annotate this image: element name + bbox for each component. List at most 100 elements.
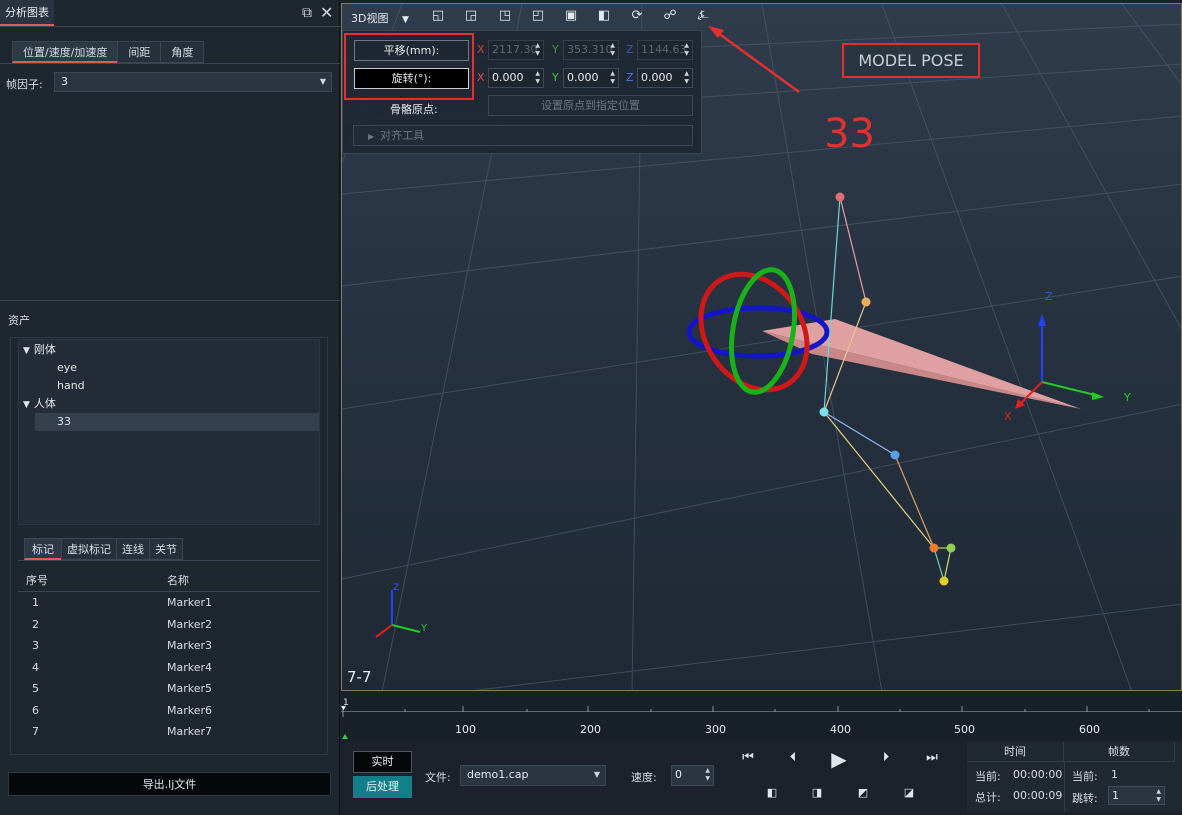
table-row[interactable]: 3 Marker3 (18, 635, 320, 657)
world-axis-x-label: X (1004, 410, 1012, 423)
tree-node-eye[interactable]: eye (19, 359, 319, 377)
marker-point[interactable] (819, 407, 829, 417)
analysis-panel: 分析图表 ⧉ ✕ 位置/速度/加速度 间距 角度 帧因子: 3 ▼ 资产 ▼ 刚体… (0, 0, 340, 815)
jump-next-marker-icon[interactable]: ◨ (806, 786, 828, 799)
caret-down-icon[interactable]: ▼ (23, 396, 30, 414)
panel-title-tab[interactable]: 分析图表 (0, 0, 54, 26)
rotate-z-value: 0.000 (641, 71, 673, 84)
jump-value: 1 (1112, 789, 1119, 802)
spin-arrows-icon[interactable]: ▲ ▼ (610, 70, 615, 86)
skeleton-icon[interactable]: ☍ (662, 8, 678, 24)
tab-links[interactable]: 连线 (116, 538, 150, 560)
step-forward-icon[interactable]: ⏵ (875, 750, 897, 765)
assets-label: 资产 (8, 314, 30, 327)
refresh-icon[interactable]: ⟳ (629, 8, 645, 24)
spin-arrows-icon[interactable]: ▲ ▼ (684, 42, 689, 58)
splitter[interactable] (0, 300, 340, 301)
table-row[interactable]: 7 Marker7 (18, 721, 320, 743)
view-front-icon[interactable]: ◱ (430, 8, 446, 24)
divider (18, 560, 320, 561)
view-mode-select[interactable]: 3D视图 ▼ (351, 10, 409, 26)
view-back-icon[interactable]: ◲ (463, 8, 479, 24)
col-index-header: 序号 (26, 574, 48, 587)
orient-axis-y-label: Y (420, 623, 428, 634)
marker-point[interactable] (835, 192, 845, 202)
translate-x-input[interactable]: 2117.30 ▲ ▼ (488, 40, 544, 60)
spin-arrows-icon[interactable]: ▲ ▼ (705, 767, 710, 783)
set-out-point-icon[interactable]: ◪ (898, 786, 920, 799)
jump-frame-input[interactable]: 1 ▲ ▼ (1108, 786, 1165, 805)
skip-to-start-icon[interactable]: ⏮ (737, 750, 759, 765)
jump-prev-marker-icon[interactable]: ◧ (761, 786, 783, 799)
play-icon[interactable]: ▶ (828, 747, 850, 771)
caret-down-icon[interactable]: ▼ (23, 342, 30, 360)
tab-distance[interactable]: 间距 (117, 41, 162, 63)
spin-arrows-icon[interactable]: ▲ ▼ (684, 70, 689, 86)
view-top-icon[interactable]: ▣ (563, 8, 579, 24)
rotate-x-input[interactable]: 0.000 ▲ ▼ (488, 68, 544, 88)
playhead-marker[interactable] (342, 734, 348, 739)
align-tools-expander[interactable]: ▶ 对齐工具 (353, 125, 693, 146)
row-name: Marker5 (167, 682, 213, 695)
marker-point[interactable] (890, 450, 900, 460)
translate-z-input[interactable]: 1144.63 ▲ ▼ (637, 40, 693, 60)
tab-joints[interactable]: 关节 (149, 538, 183, 560)
row-index: 1 (32, 596, 39, 609)
frame-factor-select[interactable]: 3 ▼ (54, 72, 332, 92)
step-back-icon[interactable]: ⏴ (782, 750, 804, 765)
marker-point[interactable] (929, 543, 939, 553)
marker-tabs: 标记 虚拟标记 连线 关节 (24, 538, 183, 560)
table-header: 序号 名称 (18, 570, 320, 592)
table-row[interactable]: 5 Marker5 (18, 678, 320, 700)
tab-markers[interactable]: 标记 (24, 538, 62, 560)
tab-angle[interactable]: 角度 (160, 41, 205, 63)
file-select[interactable]: demo1.cap ▼ (460, 765, 606, 786)
pose-tool-icon[interactable]: ⍼ (695, 8, 711, 24)
view-bottom-icon[interactable]: ◧ (596, 8, 612, 24)
table-row[interactable]: 4 Marker4 (18, 657, 320, 679)
tree-node-rigid-body[interactable]: ▼ 刚体 (19, 341, 319, 359)
timeline-tick-label: 600 (1079, 723, 1100, 736)
translate-y-input[interactable]: 353.310 ▲ ▼ (563, 40, 619, 60)
marker-point[interactable] (946, 543, 956, 553)
origin-label: 骨骼原点: (390, 103, 438, 116)
spin-arrows-icon[interactable]: ▲ ▼ (610, 42, 615, 58)
marker-point[interactable] (861, 297, 871, 307)
table-row[interactable]: 1 Marker1 (18, 592, 320, 614)
file-value: demo1.cap (467, 768, 529, 781)
spin-arrows-icon[interactable]: ▲ ▼ (535, 42, 540, 58)
export-button[interactable]: 导出.lj文件 (8, 772, 331, 796)
close-icon[interactable]: ✕ (320, 5, 333, 21)
set-origin-button[interactable]: 设置原点到指定位置 (488, 95, 693, 116)
set-in-point-icon[interactable]: ◩ (852, 786, 874, 799)
tree-node-33[interactable]: 33 (35, 413, 319, 431)
timeline[interactable]: 1 100 200 300 400 500 600 (341, 692, 1182, 740)
spin-arrows-icon[interactable]: ▲ ▼ (535, 70, 540, 86)
tree-node-human-body[interactable]: ▼ 人体 (19, 395, 319, 413)
axis-y-label: Y (552, 71, 559, 84)
highlight-box (344, 33, 474, 100)
3d-viewport[interactable]: Z Y X Z Y 3D视图 ▼ ◱ ◲ ◳ ◰ ▣ ◧ ⟳ ☍ ⍼ 平移(mm… (341, 3, 1182, 691)
speed-input[interactable]: 0 ▲ ▼ (671, 765, 714, 786)
view-left-icon[interactable]: ◳ (497, 8, 513, 24)
marker-point[interactable] (939, 576, 949, 586)
table-row[interactable]: 6 Marker6 (18, 700, 320, 722)
spin-arrows-icon[interactable]: ▲ ▼ (1156, 788, 1161, 804)
tree-node-hand[interactable]: hand (19, 377, 319, 395)
view-right-icon[interactable]: ◰ (530, 8, 546, 24)
tab-position-velocity[interactable]: 位置/速度/加速度 (12, 41, 119, 63)
tab-virtual-markers[interactable]: 虚拟标记 (61, 538, 117, 560)
skip-to-end-icon[interactable]: ⏭ (921, 750, 943, 765)
viewport-toolbar: 3D视图 ▼ ◱ ◲ ◳ ◰ ▣ ◧ ⟳ ☍ ⍼ (342, 4, 1181, 30)
translate-x-value: 2117.30 (492, 43, 538, 56)
row-name: Marker2 (167, 617, 213, 631)
selected-name-annotation: 33 (824, 111, 875, 157)
postprocess-button[interactable]: 后处理 (353, 776, 412, 798)
restore-window-icon[interactable]: ⧉ (302, 5, 312, 21)
realtime-button[interactable]: 实时 (353, 751, 412, 773)
timeline-tick-label: 100 (455, 723, 476, 736)
table-row[interactable]: 2 Marker2 (18, 614, 320, 636)
rotate-z-input[interactable]: 0.000 ▲ ▼ (637, 68, 693, 88)
rotate-y-input[interactable]: 0.000 ▲ ▼ (563, 68, 619, 88)
playback-bar: 实时 后处理 文件: demo1.cap ▼ 速度: 0 ▲ ▼ ⏮ ⏴ ▶ ⏵ ⏭… (341, 740, 1182, 815)
